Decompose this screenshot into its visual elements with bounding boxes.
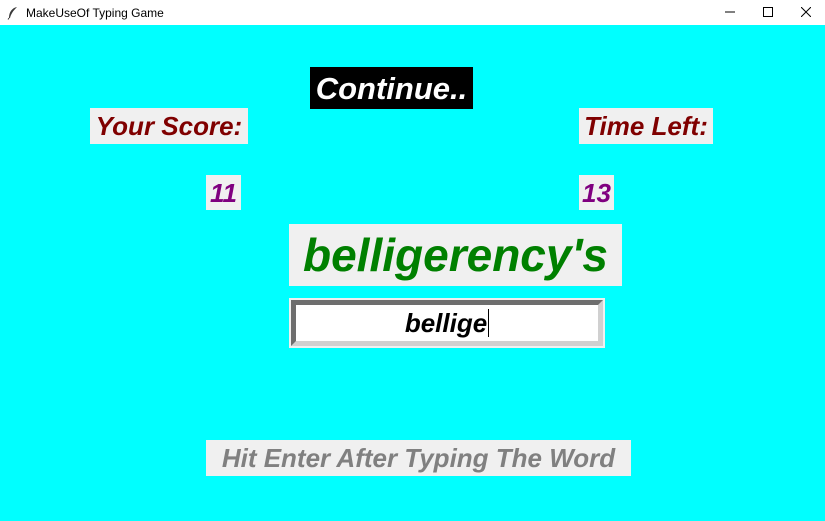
maximize-icon [763, 6, 773, 20]
minimize-icon [725, 6, 735, 20]
word-input[interactable]: bellige [291, 300, 603, 346]
window-title: MakeUseOf Typing Game [26, 5, 164, 20]
typed-text: bellige [404, 308, 488, 338]
close-icon [800, 6, 812, 20]
title-bar[interactable]: MakeUseOf Typing Game [0, 0, 825, 25]
text-caret [488, 309, 490, 337]
minimize-button[interactable] [711, 0, 749, 25]
time-left-value: 13 [579, 175, 614, 210]
word-entry-frame: bellige [289, 298, 605, 348]
app-window: MakeUseOf Typing Game Continue.. Your Sc… [0, 0, 825, 521]
maximize-button[interactable] [749, 0, 787, 25]
score-heading: Your Score: [90, 108, 248, 144]
time-heading: Time Left: [579, 108, 713, 144]
target-word: belligerency's [289, 224, 622, 286]
score-value: 11 [206, 175, 241, 210]
close-button[interactable] [787, 0, 825, 25]
feather-icon [6, 6, 20, 20]
instruction-hint: Hit Enter After Typing The Word [206, 440, 631, 476]
continue-label: Continue.. [310, 67, 473, 109]
